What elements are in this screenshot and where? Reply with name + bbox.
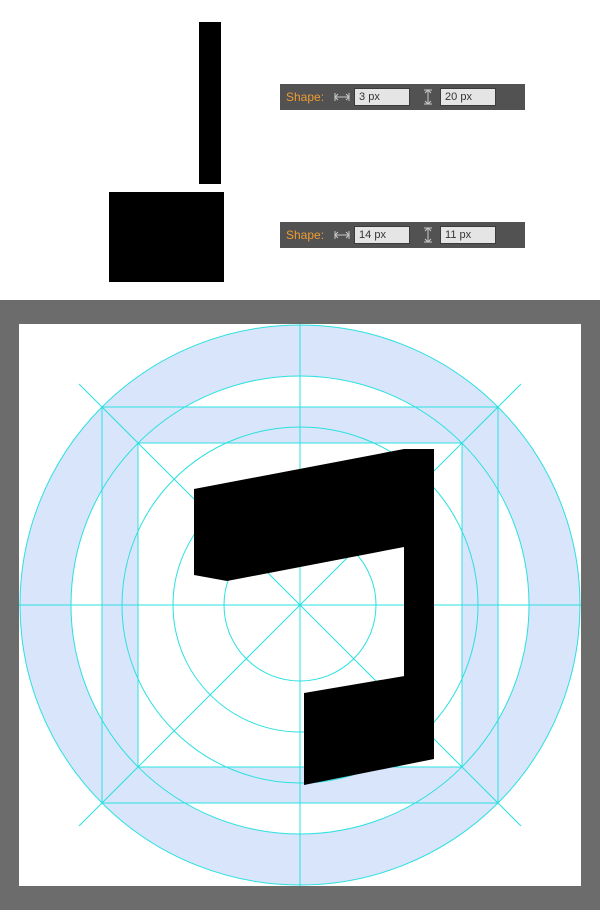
width-icon — [334, 227, 350, 243]
height-icon — [420, 89, 436, 105]
black-stem-shape — [199, 22, 221, 184]
width-field[interactable] — [354, 226, 410, 244]
shape-label: Shape: — [286, 90, 324, 104]
width-icon — [334, 89, 350, 105]
shape-properties-panel-2: Shape: — [280, 222, 525, 248]
shape-properties-panel-1: Shape: — [280, 84, 525, 110]
artboard-frame — [0, 300, 600, 910]
width-field[interactable] — [354, 88, 410, 106]
height-field[interactable] — [440, 226, 496, 244]
height-icon — [420, 227, 436, 243]
black-block-shape — [109, 192, 224, 282]
height-field[interactable] — [440, 88, 496, 106]
top-illustration-area: Shape: — [0, 0, 600, 300]
artboard-canvas[interactable] — [19, 324, 581, 886]
shape-label: Shape: — [286, 228, 324, 242]
